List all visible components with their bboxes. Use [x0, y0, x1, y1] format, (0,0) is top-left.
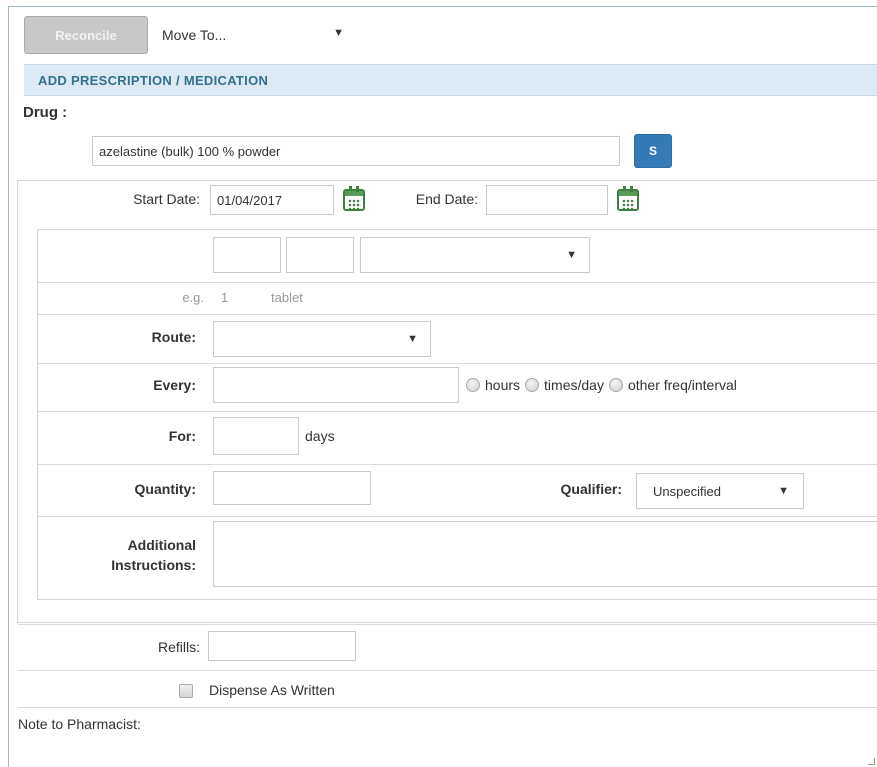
quantity-label: Quantity: — [134, 481, 196, 497]
dose-amount-field[interactable] — [213, 237, 281, 273]
drug-search-button[interactable]: S — [634, 134, 672, 168]
refills-field[interactable] — [208, 631, 356, 661]
additional-label-line1: Additional — [127, 537, 196, 553]
end-date-field[interactable] — [486, 185, 608, 215]
start-date-field[interactable]: 01/04/2017 — [210, 185, 334, 215]
for-label: For: — [168, 428, 196, 444]
dose-form-select[interactable]: ▼ — [360, 237, 590, 273]
drug-label: Drug : — [23, 104, 68, 121]
start-date-label: Start Date: — [133, 191, 200, 207]
days-label: days — [305, 428, 335, 444]
quantity-field[interactable] — [213, 471, 371, 505]
section-header: ADD PRESCRIPTION / MEDICATION — [24, 64, 877, 96]
route-label: Route: — [151, 329, 196, 345]
qualifier-select[interactable]: Unspecified ▼ — [636, 473, 804, 509]
row-divider — [18, 670, 877, 671]
example-form: tablet — [271, 290, 303, 305]
additional-label-line2: Instructions: — [111, 557, 196, 573]
row-divider — [38, 314, 877, 315]
calendar-icon[interactable] — [343, 186, 365, 211]
resize-handle[interactable] — [868, 758, 875, 765]
drug-input[interactable]: azelastine (bulk) 100 % powder — [92, 136, 620, 166]
row-divider — [18, 707, 877, 708]
row-divider — [38, 411, 877, 412]
qualifier-label: Qualifier: — [560, 481, 622, 497]
example-amount: 1 — [221, 290, 229, 305]
hours-radio[interactable] — [466, 378, 480, 392]
times-per-day-label: times/day — [544, 377, 604, 393]
additional-instructions-label: Additional Instructions: — [60, 535, 196, 575]
row-divider — [38, 464, 877, 465]
every-label: Every: — [153, 377, 196, 393]
chevron-down-icon: ▼ — [407, 333, 418, 345]
other-interval-radio[interactable] — [608, 378, 623, 392]
duration-field[interactable] — [213, 417, 299, 455]
route-select[interactable]: ▼ — [213, 321, 431, 357]
frequency-options: hours times/day other freq/interval — [466, 377, 737, 393]
reconcile-button[interactable]: Reconcile — [24, 16, 148, 54]
qualifier-value: Unspecified — [653, 483, 721, 499]
end-date-label: End Date: — [415, 191, 478, 207]
row-divider — [18, 624, 877, 625]
row-divider — [38, 516, 877, 517]
example-prefix: e.g. — [182, 290, 204, 305]
hours-label: hours — [485, 377, 521, 393]
other-interval-label: other freq/interval — [627, 377, 737, 393]
refills-label: Refills: — [157, 639, 200, 655]
row-divider — [38, 282, 877, 283]
chevron-down-icon: ▼ — [566, 249, 577, 261]
note-to-pharmacist-label: Note to Pharmacist: — [18, 716, 141, 732]
move-to-label: Move To... — [162, 27, 227, 43]
move-to-dropdown[interactable]: Move To... ▼ — [152, 16, 352, 54]
row-divider — [38, 363, 877, 364]
times-per-day-radio[interactable] — [525, 378, 540, 392]
frequency-field[interactable] — [213, 367, 459, 403]
dose-unit-field[interactable] — [286, 237, 354, 273]
chevron-down-icon: ▼ — [778, 485, 789, 497]
chevron-down-icon: ▼ — [333, 27, 344, 39]
calendar-icon[interactable] — [617, 186, 639, 211]
dispense-as-written-checkbox[interactable] — [179, 684, 193, 698]
additional-instructions-field[interactable] — [213, 521, 877, 587]
dispense-as-written-label: Dispense As Written — [209, 682, 335, 698]
section-title: ADD PRESCRIPTION / MEDICATION — [38, 72, 269, 88]
